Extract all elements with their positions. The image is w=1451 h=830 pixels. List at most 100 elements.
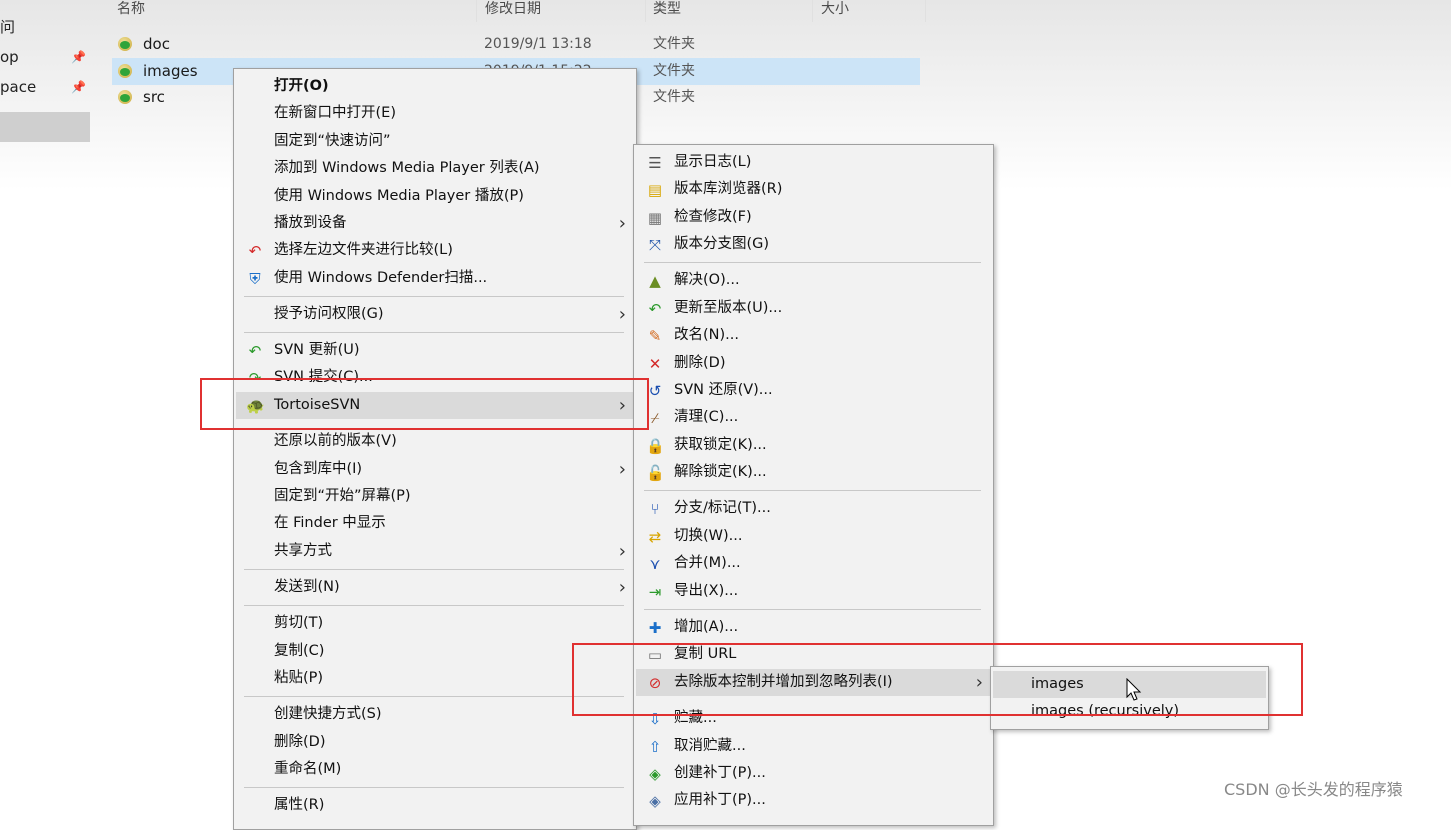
svn-menu-check-modifications[interactable]: ▦ 检查修改(F) xyxy=(636,204,991,231)
svn-menu-update-to-revision[interactable]: ↶ 更新至版本(U)... xyxy=(636,295,991,322)
column-divider[interactable] xyxy=(925,0,926,22)
unshelve-icon: ⇧ xyxy=(648,738,662,756)
column-divider[interactable] xyxy=(812,0,813,22)
file-name: src xyxy=(143,88,165,106)
menu-item-grant-access[interactable]: 授予访问权限(G) › xyxy=(236,301,634,328)
resolve-icon: ▲ xyxy=(649,272,661,290)
svn-menu-revision-graph[interactable]: ⤧ 版本分支图(G) xyxy=(636,231,991,258)
menu-item-defender-scan[interactable]: ⛨ 使用 Windows Defender扫描... xyxy=(236,265,634,292)
chevron-right-icon: › xyxy=(618,577,626,598)
svn-menu-delete[interactable]: ✕ 删除(D) xyxy=(636,350,991,377)
svn-folder-icon xyxy=(118,64,132,78)
check-modifications-icon: ▦ xyxy=(647,209,663,227)
branch-icon: ⑂ xyxy=(650,500,660,518)
column-header-type[interactable]: 类型 xyxy=(653,0,681,22)
svn-update-icon: ↶ xyxy=(248,342,262,360)
menu-item-delete[interactable]: 删除(D) xyxy=(236,729,634,756)
svn-menu-revert[interactable]: ↺ SVN 还原(V)... xyxy=(636,377,991,404)
menu-separator xyxy=(244,569,624,570)
svn-menu-apply-patch[interactable]: ◈ 应用补丁(P)... xyxy=(636,787,991,814)
menu-item-rename[interactable]: 重命名(M) xyxy=(236,756,634,783)
svn-menu-repo-browser[interactable]: ▤ 版本库浏览器(R) xyxy=(636,176,991,203)
svn-menu-export[interactable]: ⇥ 导出(X)... xyxy=(636,578,991,605)
menu-item-pin-quick-access[interactable]: 固定到“快速访问” xyxy=(236,128,634,155)
menu-item-play-wmp[interactable]: 使用 Windows Media Player 播放(P) xyxy=(236,183,634,210)
column-divider[interactable] xyxy=(476,0,477,22)
menu-item-send-to[interactable]: 发送到(N) › xyxy=(236,574,634,601)
menu-item-show-finder[interactable]: 在 Finder 中显示 xyxy=(236,510,634,537)
nav-item-label: pace xyxy=(0,78,37,96)
repo-browser-icon: ▤ xyxy=(647,181,663,199)
menu-separator xyxy=(244,696,624,697)
column-header-size[interactable]: 大小 xyxy=(821,0,849,22)
column-divider[interactable] xyxy=(645,0,646,22)
lock-icon: 🔒 xyxy=(646,437,665,455)
nav-item-label: op xyxy=(0,48,19,66)
add-icon: ✚ xyxy=(648,619,662,637)
file-name: images xyxy=(143,62,198,80)
column-header-name[interactable]: 名称 xyxy=(117,0,145,22)
column-header-date[interactable]: 修改日期 xyxy=(485,0,541,22)
delete-icon: ✕ xyxy=(648,355,662,373)
chevron-right-icon: › xyxy=(618,541,626,562)
svn-menu-create-patch[interactable]: ◈ 创建补丁(P)... xyxy=(636,760,991,787)
pin-icon: 📌 xyxy=(71,80,86,94)
svn-menu-add[interactable]: ✚ 增加(A)... xyxy=(636,614,991,641)
menu-separator xyxy=(644,609,981,610)
menu-item-add-wmp-list[interactable]: 添加到 Windows Media Player 列表(A) xyxy=(236,155,634,182)
export-icon: ⇥ xyxy=(648,583,662,601)
unlock-icon: 🔓 xyxy=(646,464,665,482)
menu-separator xyxy=(244,332,624,333)
menu-item-include-library[interactable]: 包含到库中(I) › xyxy=(236,456,634,483)
nav-item-selected[interactable] xyxy=(0,112,90,142)
navigation-pane: 问 op 📌 pace 📌 xyxy=(0,0,92,806)
svn-menu-show-log[interactable]: ☰ 显示日志(L) xyxy=(636,149,991,176)
menu-item-pin-start[interactable]: 固定到“开始”屏幕(P) xyxy=(236,483,634,510)
file-type: 文件夹 xyxy=(653,89,695,105)
nav-item-workspace[interactable]: pace 📌 xyxy=(0,74,92,100)
file-type: 文件夹 xyxy=(653,63,695,79)
file-row-doc[interactable]: doc 2019/9/1 13:18 文件夹 xyxy=(112,31,920,58)
svn-menu-merge[interactable]: ⋎ 合并(M)... xyxy=(636,550,991,577)
svn-menu-branch-tag[interactable]: ⑂ 分支/标记(T)... xyxy=(636,495,991,522)
tortoisesvn-submenu: ☰ 显示日志(L) ▤ 版本库浏览器(R) ▦ 检查修改(F) ⤧ 版本分支图(G) ▲… xyxy=(633,144,994,826)
svn-menu-cleanup[interactable]: ⌿ 清理(C)... xyxy=(636,404,991,431)
revision-graph-icon: ⤧ xyxy=(648,236,661,254)
svn-folder-icon xyxy=(118,90,132,104)
pin-icon: 📌 xyxy=(71,50,86,64)
annotation-box-tortoisesvn xyxy=(200,378,649,430)
menu-separator xyxy=(244,605,624,606)
defender-shield-icon: ⛨ xyxy=(249,270,261,288)
menu-item-cut[interactable]: 剪切(T) xyxy=(236,610,634,637)
menu-item-open-new-window[interactable]: 在新窗口中打开(E) xyxy=(236,100,634,127)
svn-menu-unshelve[interactable]: ⇧ 取消贮藏... xyxy=(636,733,991,760)
menu-separator xyxy=(244,787,624,788)
chevron-right-icon: › xyxy=(618,459,626,480)
svn-menu-rename[interactable]: ✎ 改名(N)... xyxy=(636,322,991,349)
svn-menu-switch[interactable]: ⇄ 切换(W)... xyxy=(636,523,991,550)
apply-patch-icon: ◈ xyxy=(649,792,661,810)
menu-item-share-with[interactable]: 共享方式 › xyxy=(236,538,634,565)
menu-separator xyxy=(244,296,624,297)
menu-item-cast-to-device[interactable]: 播放到设备 › xyxy=(236,210,634,237)
file-name: doc xyxy=(143,35,170,53)
svn-menu-get-lock[interactable]: 🔒 获取锁定(K)... xyxy=(636,432,991,459)
file-type: 文件夹 xyxy=(653,36,695,52)
svn-menu-resolve[interactable]: ▲ 解决(O)... xyxy=(636,267,991,294)
log-icon: ☰ xyxy=(648,154,662,172)
svn-menu-release-lock[interactable]: 🔓 解除锁定(K)... xyxy=(636,459,991,486)
menu-item-svn-update[interactable]: ↶ SVN 更新(U) xyxy=(236,337,634,364)
annotation-box-ignore xyxy=(572,643,1303,716)
svn-folder-icon xyxy=(118,37,132,51)
menu-item-open[interactable]: 打开(O) xyxy=(236,73,634,100)
nav-item-quick-access[interactable]: 问 xyxy=(0,14,92,40)
menu-item-compare-left[interactable]: ↶ 选择左边文件夹进行比较(L) xyxy=(236,237,634,264)
compare-icon: ↶ xyxy=(248,242,262,260)
file-date: 2019/9/1 13:18 xyxy=(484,36,592,52)
watermark: CSDN @长头发的程序猿 xyxy=(1224,780,1403,799)
menu-item-restore-previous[interactable]: 还原以前的版本(V) xyxy=(236,428,634,455)
switch-icon: ⇄ xyxy=(648,528,662,546)
nav-item-label: 问 xyxy=(0,18,16,36)
menu-separator xyxy=(644,262,981,263)
nav-item-desktop[interactable]: op 📌 xyxy=(0,44,92,70)
